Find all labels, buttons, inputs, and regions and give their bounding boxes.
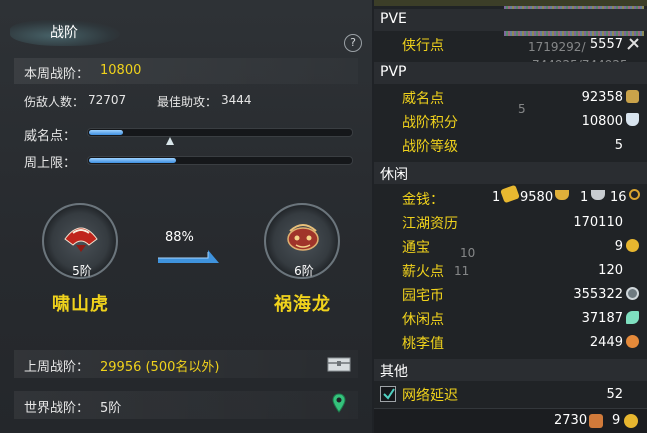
- footer-value-a: 2730: [554, 413, 588, 428]
- leisure-item-value: 2449: [589, 335, 623, 350]
- last-week-value: 29956 (500名以外): [100, 360, 220, 375]
- estate-coin-icon: [626, 287, 639, 300]
- silver-ingot-icon: [591, 190, 605, 200]
- fame-bar: [87, 128, 353, 137]
- battle-rank-panel: 战阶 ? 本周战阶： 10800 伤敌人数： 72707 最佳助攻： 3444 …: [0, 0, 372, 433]
- panel-title-bar: 战阶 ?: [0, 12, 372, 52]
- weekly-cap-bar: [87, 156, 353, 165]
- fame-marker-icon: [166, 137, 174, 145]
- week-rank-label: 本周战阶：: [24, 67, 90, 82]
- dragon-mask-icon: [287, 224, 319, 251]
- weekly-cap-label: 周上限：: [24, 156, 77, 171]
- location-pin-icon[interactable]: [332, 393, 346, 413]
- section-pvp: PVP: [374, 62, 647, 84]
- money-silver-value: 1: [580, 190, 589, 205]
- world-rank-label: 世界战阶：: [24, 401, 90, 416]
- pvp-item-value: 5: [614, 138, 623, 153]
- week-rank-value: 10800: [100, 63, 142, 78]
- ghost-number-text: 10: [460, 246, 476, 260]
- leisure-item-value: 9: [614, 239, 623, 254]
- help-icon[interactable]: ?: [344, 34, 362, 52]
- section-other-title: 其他: [380, 364, 408, 380]
- currency-footer: 2730 9: [374, 408, 647, 433]
- leisure-item-label: 通宝: [402, 240, 430, 256]
- section-pvp-title: PVP: [380, 64, 407, 80]
- tiger-fan-icon: [64, 227, 98, 252]
- leisure-item-value: 120: [598, 263, 623, 278]
- section-leisure-title: 休闲: [380, 167, 408, 183]
- copper-coin-icon: [629, 189, 640, 200]
- current-rank-name: 啸山虎: [52, 294, 109, 315]
- leisure-item-label: 桃李值: [402, 336, 444, 352]
- section-pve-title: PVE: [380, 11, 407, 27]
- pvp-item-label: 威名点: [402, 91, 444, 107]
- next-rank-name: 祸海龙: [274, 294, 331, 315]
- latency-value: 52: [606, 387, 623, 402]
- leisure-item-label: 休闲点: [402, 312, 444, 328]
- gold-bar-icon: [500, 184, 520, 204]
- rank-progress-percent: 88%: [165, 230, 194, 245]
- ghost-number-text: 5: [518, 102, 526, 116]
- pvp-item-value: 92358: [581, 90, 623, 105]
- fame-point-icon: [626, 90, 639, 103]
- leisure-point-icon: [626, 311, 639, 324]
- next-rank-level: 6阶: [294, 264, 314, 278]
- section-pve: PVE: [374, 9, 647, 31]
- fame-label: 威名点：: [24, 129, 77, 144]
- last-week-label: 上周战阶：: [24, 360, 90, 375]
- xiaxing-icon: [627, 38, 639, 50]
- ghost-hp-text: 1719292/: [528, 40, 586, 54]
- tongbao-coin-icon: [624, 414, 638, 428]
- leisure-item-value: 355322: [573, 287, 623, 302]
- currency-panel: 1719292/ 744925/744925 130 5 10 11 PVE 侠…: [374, 0, 647, 433]
- pve-item-value: 5557: [589, 37, 623, 52]
- money-copper-value: 16: [610, 190, 627, 205]
- latency-label: 网络延迟: [402, 388, 458, 404]
- peach-icon: [626, 335, 639, 348]
- money-label: 金钱：: [402, 192, 444, 208]
- section-leisure: 休闲: [374, 162, 647, 184]
- progress-arrow-icon: [158, 250, 219, 263]
- assist-value: 3444: [221, 93, 252, 107]
- leisure-item-label: 江湖资历: [402, 216, 458, 232]
- boot-icon: [589, 414, 603, 428]
- money-gold-value: 9580: [520, 190, 554, 205]
- section-other: 其他: [374, 359, 647, 381]
- pvp-item-label: 战阶积分: [402, 115, 458, 131]
- kills-value: 72707: [88, 93, 127, 107]
- panel-title: 战阶: [50, 25, 78, 41]
- weekly-cap-bar-fill: [89, 158, 176, 163]
- ghost-number-text: 11: [454, 264, 470, 278]
- leisure-item-value: 37187: [581, 311, 623, 326]
- kills-label: 伤敌人数：: [24, 95, 85, 109]
- money-gold-bar-count: 1: [492, 190, 501, 205]
- tongbao-coin-icon: [626, 239, 639, 252]
- pvp-item-label: 战阶等级: [402, 139, 458, 155]
- assist-label: 最佳助攻：: [157, 95, 218, 109]
- pvp-item-value: 10800: [581, 114, 623, 129]
- leisure-item-value: 170110: [573, 215, 623, 230]
- current-rank-level: 5阶: [72, 264, 92, 278]
- leisure-item-label: 园宅币: [402, 288, 444, 304]
- checkmark-icon: [383, 388, 395, 400]
- footer-value-b: 9: [612, 413, 621, 428]
- mail-chest-icon[interactable]: [327, 355, 351, 373]
- world-rank-value: 5阶: [100, 401, 122, 416]
- leisure-item-label: 薪火点: [402, 264, 444, 280]
- rank-score-icon: [626, 113, 639, 126]
- fame-bar-fill: [89, 130, 123, 135]
- gold-ingot-icon: [555, 190, 569, 200]
- latency-checkbox[interactable]: [380, 386, 396, 402]
- pve-item-label: 侠行点: [402, 38, 444, 54]
